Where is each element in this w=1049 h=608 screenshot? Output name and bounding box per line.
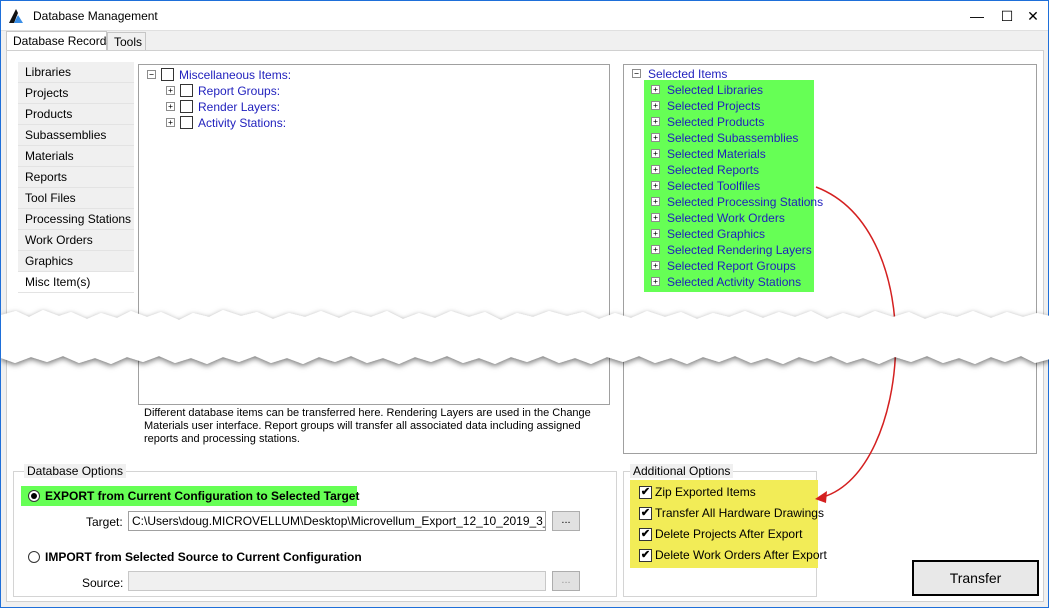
torn-edge-graphic — [1, 310, 1049, 364]
database-management-window: Database Management — ☐ ✕ Database Recor… — [0, 0, 1049, 608]
transfer-button[interactable]: Transfer — [912, 560, 1039, 596]
